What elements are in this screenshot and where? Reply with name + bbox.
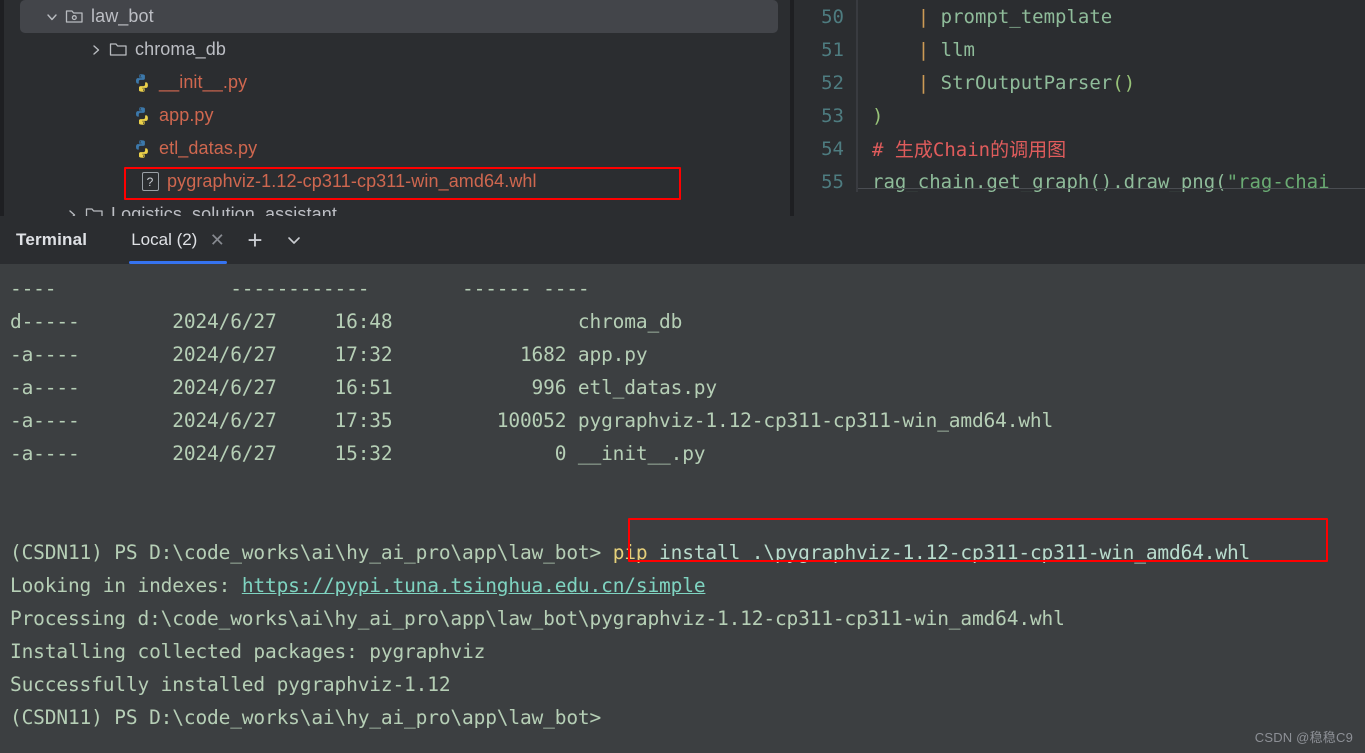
line-number: 52 xyxy=(821,71,844,94)
line-number: 53 xyxy=(821,104,844,127)
code-line: 50 | prompt_template xyxy=(794,0,1365,33)
code-text[interactable]: rag_chain.get_graph().draw_png("rag-chai xyxy=(872,171,1330,193)
unknown-file-icon: ? xyxy=(138,172,162,191)
project-tree-rows: law_bot chroma_db __init__.py app.py etl_dat… xyxy=(4,0,790,216)
terminal-line: (CSDN11) PS D:\code_works\ai\hy_ai_pro\a… xyxy=(10,701,1365,734)
terminal-line: (CSDN11) PS D:\code_works\ai\hy_ai_pro\a… xyxy=(10,536,1365,569)
tree-item-chroma-db[interactable]: chroma_db xyxy=(4,33,790,66)
line-number: 54 xyxy=(821,137,844,160)
code-line: 53) xyxy=(794,99,1365,132)
terminal-text: -a---- 2024/6/27 15:32 0 __init__.py xyxy=(10,442,706,465)
tree-item--init-py[interactable]: __init__.py xyxy=(4,66,790,99)
tree-item-label: __init__.py xyxy=(159,72,248,92)
tree-item-pygraphviz-1-12-cp311-cp311-win-amd64-whl[interactable]: ? pygraphviz-1.12-cp311-cp311-win_amd64.w… xyxy=(4,165,790,198)
tree-item-label: pygraphviz-1.12-cp311-cp311-win_amd64.wh… xyxy=(167,171,537,191)
top-section: law_bot chroma_db __init__.py app.py etl_dat… xyxy=(0,0,1365,216)
close-icon[interactable]: ✕ xyxy=(209,231,225,249)
source-root-folder-icon xyxy=(62,8,86,25)
python-file-icon xyxy=(130,73,154,93)
terminal-line: Successfully installed pygraphviz-1.12 xyxy=(10,668,1365,701)
tree-item-label: Logistics_solution_assistant xyxy=(111,204,337,216)
terminal-line: -a---- 2024/6/27 15:32 0 __init__.py xyxy=(10,437,1365,470)
terminal-line: Processing d:\code_works\ai\hy_ai_pro\ap… xyxy=(10,602,1365,635)
terminal-text: Installing collected packages: pygraphvi… xyxy=(10,640,486,663)
terminal-text: pip xyxy=(612,541,648,564)
tree-item-app-py[interactable]: app.py xyxy=(4,99,790,132)
terminal-text: d----- 2024/6/27 16:48 chroma_db xyxy=(10,310,683,333)
code-text[interactable]: | llm xyxy=(872,39,975,61)
tree-item-label: etl_datas.py xyxy=(159,138,258,158)
terminal-line: ---- ------------ ------ ---- xyxy=(10,272,1365,305)
terminal-line: -a---- 2024/6/27 17:32 1682 app.py xyxy=(10,338,1365,371)
gutter-divider xyxy=(856,0,858,33)
tree-item-label: chroma_db xyxy=(135,39,226,59)
terminal-tab-bar: Terminal Local (2) ✕ + xyxy=(0,216,1365,264)
tree-item-label: app.py xyxy=(159,105,214,125)
terminal-lines: ---- ------------ ------ ---- d----- 2024… xyxy=(10,272,1365,734)
folder-icon xyxy=(82,206,106,216)
terminal-line: d----- 2024/6/27 16:48 chroma_db xyxy=(10,305,1365,338)
terminal-line: -a---- 2024/6/27 17:35 100052 pygraphviz… xyxy=(10,404,1365,437)
editor-bottom-strip xyxy=(794,192,1365,216)
csdn-watermark: CSDN @稳稳C9 xyxy=(1254,730,1353,745)
chevron-right-icon[interactable] xyxy=(62,208,82,216)
terminal-text: Processing d:\code_works\ai\hy_ai_pro\ap… xyxy=(10,607,1065,630)
terminal-text: -a---- 2024/6/27 17:32 1682 app.py xyxy=(10,343,648,366)
terminal-tab-local[interactable]: Local (2) ✕ xyxy=(129,216,228,264)
terminal-text: -a---- 2024/6/27 17:35 100052 pygraphviz… xyxy=(10,409,1054,432)
terminal-text: ---- ------------ ------ ---- xyxy=(10,277,590,300)
tree-item-logistics-solution-assistant[interactable]: Logistics_solution_assistant xyxy=(4,198,790,216)
code-text[interactable]: | StrOutputParser() xyxy=(872,72,1135,94)
terminal-section: Terminal Local (2) ✕ + ---- ------------… xyxy=(0,216,1365,753)
gutter-divider xyxy=(856,33,858,66)
chevron-right-icon[interactable] xyxy=(86,43,106,57)
terminal-text: install .\pygraphviz-1.12-cp311-cp311-wi… xyxy=(647,541,1251,564)
code-line: 54 # 生成Chain的调用图 xyxy=(794,132,1365,165)
terminal-text: (CSDN11) PS D:\code_works\ai\hy_ai_pro\a… xyxy=(10,541,613,564)
plus-icon[interactable]: + xyxy=(247,227,262,253)
code-text[interactable]: | prompt_template xyxy=(872,6,1112,28)
code-editor-panel[interactable]: 50 | prompt_template 51 | llm 52 | StrOutp… xyxy=(794,0,1365,216)
terminal-text: (CSDN11) PS D:\code_works\ai\hy_ai_pro\a… xyxy=(10,706,602,729)
terminal-text: Looking in indexes: xyxy=(10,574,242,597)
line-number: 50 xyxy=(821,5,844,28)
terminal-link[interactable]: https://pypi.tuna.tsinghua.edu.cn/simple xyxy=(242,574,706,597)
chevron-down-icon[interactable] xyxy=(285,231,303,249)
terminal-line: -a---- 2024/6/27 16:51 996 etl_datas.py xyxy=(10,371,1365,404)
code-lines: 50 | prompt_template 51 | llm 52 | StrOutp… xyxy=(794,0,1365,198)
gutter-divider xyxy=(856,66,858,99)
folder-icon xyxy=(106,41,130,58)
ide-window: law_bot chroma_db __init__.py app.py etl_dat… xyxy=(0,0,1365,753)
gutter-divider xyxy=(856,132,858,165)
terminal-text: Successfully installed pygraphviz-1.12 xyxy=(10,673,451,696)
terminal-tab-label: Local (2) xyxy=(131,230,198,249)
terminal-text: -a---- 2024/6/27 16:51 996 etl_datas.py xyxy=(10,376,717,399)
tree-item-etl-datas-py[interactable]: etl_datas.py xyxy=(4,132,790,165)
line-number: 55 xyxy=(821,170,844,193)
code-text[interactable]: # 生成Chain的调用图 xyxy=(872,135,1066,162)
terminal-line: Looking in indexes: https://pypi.tuna.ts… xyxy=(10,569,1365,602)
code-line: 52 | StrOutputParser() xyxy=(794,66,1365,99)
tree-item-law-bot[interactable]: law_bot xyxy=(20,0,778,33)
terminal-output[interactable]: ---- ------------ ------ ---- d----- 2024… xyxy=(0,264,1365,753)
gutter-divider xyxy=(856,99,858,132)
python-file-icon xyxy=(130,139,154,159)
editor-divider xyxy=(858,188,1365,189)
code-text[interactable]: ) xyxy=(872,105,883,127)
terminal-tool-window-title: Terminal xyxy=(16,230,88,249)
chevron-down-icon[interactable] xyxy=(42,10,62,24)
code-line: 51 | llm xyxy=(794,33,1365,66)
project-tree-panel[interactable]: law_bot chroma_db __init__.py app.py etl_dat… xyxy=(0,0,790,216)
tree-item-label: law_bot xyxy=(91,6,154,26)
python-file-icon xyxy=(130,106,154,126)
terminal-line: Installing collected packages: pygraphvi… xyxy=(10,635,1365,668)
line-number: 51 xyxy=(821,38,844,61)
